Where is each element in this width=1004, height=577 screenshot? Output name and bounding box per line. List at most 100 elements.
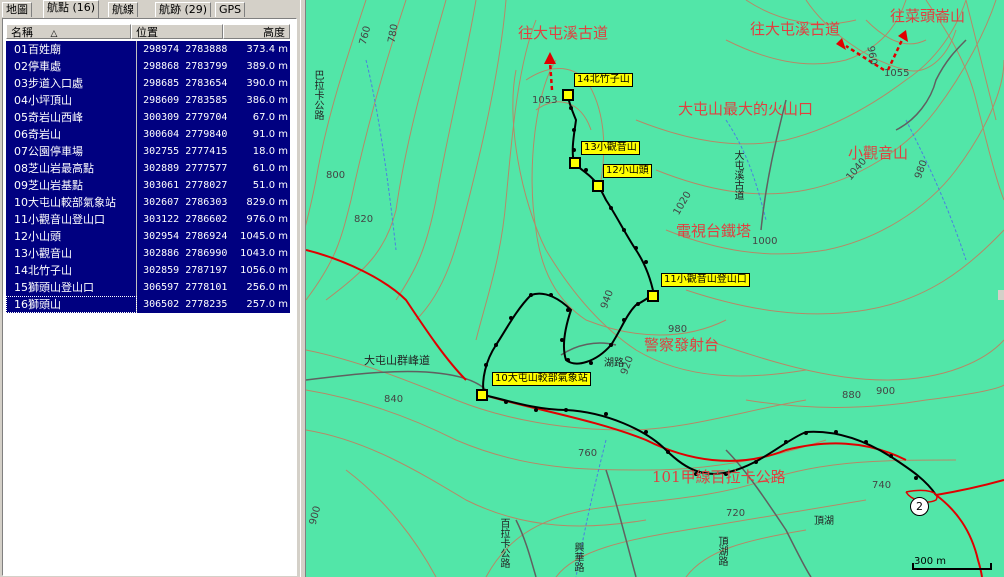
waypoint-position: 306502 2778235 xyxy=(143,299,228,310)
map-scroll-handle[interactable] xyxy=(998,290,1004,300)
column-name-label: 名稱 xyxy=(11,26,33,39)
waypoint-name: 05奇岩山西峰 xyxy=(6,109,138,126)
waypoint-name: 14北竹子山 xyxy=(6,262,138,279)
scale-label: 300 m xyxy=(914,556,947,567)
label-highway-101a: 101甲線百拉卡公路 xyxy=(652,468,786,486)
waypoint-row[interactable]: 07公園停車場 302755 2777415 18.0 m xyxy=(6,143,290,160)
waypoint-position: 302954 2786924 xyxy=(143,231,228,242)
waypoint-position: 302889 2777577 xyxy=(143,163,228,174)
contour-label: 820 xyxy=(354,214,374,225)
waypoint-position: 302886 2786990 xyxy=(143,248,228,259)
road-label-hu: 湖路 xyxy=(604,358,624,369)
waypoint-row[interactable]: 03步道入口處 298685 2783654 390.0 m xyxy=(6,75,290,92)
waypoint-altitude: 389.0 m xyxy=(246,61,288,72)
waypoint-label-10: 10大屯山較部氣象站 xyxy=(492,372,591,386)
waypoint-altitude: 373.4 m xyxy=(246,44,288,55)
waypoint-list: 01百姓廟 298974 2783888 373.4 m 02停車處 298868 27… xyxy=(6,41,290,313)
waypoint-name: 10大屯山較部氣象站 xyxy=(6,194,138,211)
waypoint-label-13: 13小觀音山 xyxy=(581,141,640,155)
summit-1053: 1053 xyxy=(532,95,558,106)
map-view[interactable]: 14北竹子山 13小觀音山 12小山頭 11小觀音山登山口 10大屯山較部氣象站… xyxy=(306,0,1004,577)
column-position[interactable]: 位置 xyxy=(131,24,223,39)
column-name[interactable]: 名稱 △ xyxy=(6,24,131,39)
tab-map[interactable]: 地圖 xyxy=(2,2,32,17)
waypoint-position: 303061 2778027 xyxy=(143,180,228,191)
tab-tracks[interactable]: 航跡 (29) xyxy=(155,2,212,17)
waypoint-row[interactable]: 09芝山岩基點 303061 2778027 51.0 m xyxy=(6,177,290,194)
contour-label: 880 xyxy=(842,390,862,401)
waypoint-altitude: 386.0 m xyxy=(246,95,288,106)
waypoint-row[interactable]: 15獅頭山登山口 306597 2778101 256.0 m xyxy=(6,279,290,296)
waypoint-altitude: 61.0 m xyxy=(252,163,288,174)
waypoint-altitude: 18.0 m xyxy=(252,146,288,157)
waypoint-name: 08芝山岩最高點 xyxy=(6,160,138,177)
waypoint-label-12: 12小山頭 xyxy=(603,164,652,178)
tab-gps[interactable]: GPS xyxy=(215,2,246,17)
column-altitude[interactable]: 高度 xyxy=(223,24,290,39)
waypoint-name: 16獅頭山 xyxy=(6,296,138,313)
waypoint-position: 300309 2779704 xyxy=(143,112,228,123)
waypoint-row[interactable]: 08芝山岩最高點 302889 2777577 61.0 m xyxy=(6,160,290,177)
road-label-datun-ridge: 大屯山群峰道 xyxy=(364,354,430,367)
waypoint-row[interactable]: 06奇岩山 300604 2779840 91.0 m xyxy=(6,126,290,143)
waypoint-marker-10[interactable] xyxy=(476,389,488,401)
road-label-xinghua: 興華路 xyxy=(572,542,583,572)
waypoint-altitude: 829.0 m xyxy=(246,197,288,208)
label-to-datun-trail-2: 往大屯溪古道 xyxy=(750,20,841,38)
contour-label: 760 xyxy=(578,448,598,459)
topo-map[interactable] xyxy=(306,0,1004,577)
waypoint-name: 01百姓廟 xyxy=(6,41,138,58)
waypoint-position: 302859 2787197 xyxy=(143,265,228,276)
contour-label: 720 xyxy=(726,508,746,519)
summit-1055: 1055 xyxy=(884,68,910,79)
waypoint-name: 12小山頭 xyxy=(6,228,138,245)
waypoint-position: 298609 2783585 xyxy=(143,95,228,106)
waypoint-position: 302607 2786303 xyxy=(143,197,228,208)
road-label-bailaka: 百拉卡公路 xyxy=(498,518,509,568)
waypoint-position: 306597 2778101 xyxy=(143,282,228,293)
waypoint-row[interactable]: 12小山頭 302954 2786924 1045.0 m xyxy=(6,228,290,245)
waypoint-name: 13小觀音山 xyxy=(6,245,138,262)
list-header: 名稱 △ 位置 高度 xyxy=(6,24,290,39)
waypoint-name: 09芝山岩基點 xyxy=(6,177,138,194)
waypoint-row[interactable]: 10大屯山較部氣象站 302607 2786303 829.0 m xyxy=(6,194,290,211)
label-police-transmitter: 警察發射台 xyxy=(644,336,720,354)
waypoint-marker-14[interactable] xyxy=(562,89,574,101)
waypoint-marker-13[interactable] xyxy=(569,157,581,169)
tab-waypoints[interactable]: 航點 (16) xyxy=(43,0,100,18)
waypoint-row[interactable]: 11小觀音山登山口 303122 2786602 976.0 m xyxy=(6,211,290,228)
waypoint-row[interactable]: 05奇岩山西峰 300309 2779704 67.0 m xyxy=(6,109,290,126)
waypoint-altitude: 256.0 m xyxy=(246,282,288,293)
place-label-dinghu: 頂湖 xyxy=(814,516,834,527)
road-label-datun-creek: 大屯溪古道 xyxy=(732,150,743,200)
waypoint-row[interactable]: 16獅頭山 306502 2778235 257.0 m xyxy=(6,296,290,313)
label-to-caitoulun: 往菜頭崙山 xyxy=(890,7,966,25)
tab-routes[interactable]: 航線 xyxy=(108,2,138,17)
waypoint-row[interactable]: 02停車處 298868 2783799 389.0 m xyxy=(6,58,290,75)
contour-label: 900 xyxy=(876,386,896,397)
tab-bar: 地圖 航點 (16) 航線 航跡 (29) GPS xyxy=(0,0,300,18)
waypoint-position: 298868 2783799 xyxy=(143,61,228,72)
trails xyxy=(306,39,967,577)
waypoint-position: 300604 2779840 xyxy=(143,129,228,140)
waypoint-position: 303122 2786602 xyxy=(143,214,228,225)
waypoint-row[interactable]: 04小坪頂山 298609 2783585 386.0 m xyxy=(6,92,290,109)
waypoint-altitude: 91.0 m xyxy=(252,129,288,140)
waypoint-row[interactable]: 14北竹子山 302859 2787197 1056.0 m xyxy=(6,262,290,279)
waypoint-marker-12[interactable] xyxy=(592,180,604,192)
waypoint-altitude: 1043.0 m xyxy=(240,248,288,259)
waypoint-altitude: 1056.0 m xyxy=(240,265,288,276)
contour-label: 740 xyxy=(872,480,892,491)
sort-ascending-icon: △ xyxy=(50,29,58,39)
waypoint-position: 302755 2777415 xyxy=(143,146,228,157)
waypoint-altitude: 67.0 m xyxy=(252,112,288,123)
waypoint-label-11: 11小觀音山登山口 xyxy=(661,273,750,287)
waypoint-altitude: 51.0 m xyxy=(252,180,288,191)
route-marker[interactable]: 2 xyxy=(910,497,929,516)
waypoint-position: 298685 2783654 xyxy=(143,78,228,89)
label-tv-tower: 電視台鐵塔 xyxy=(676,222,752,240)
waypoint-marker-11[interactable] xyxy=(647,290,659,302)
waypoint-row[interactable]: 01百姓廟 298974 2783888 373.4 m xyxy=(6,41,290,58)
waypoint-row[interactable]: 13小觀音山 302886 2786990 1043.0 m xyxy=(6,245,290,262)
waypoint-name: 06奇岩山 xyxy=(6,126,138,143)
